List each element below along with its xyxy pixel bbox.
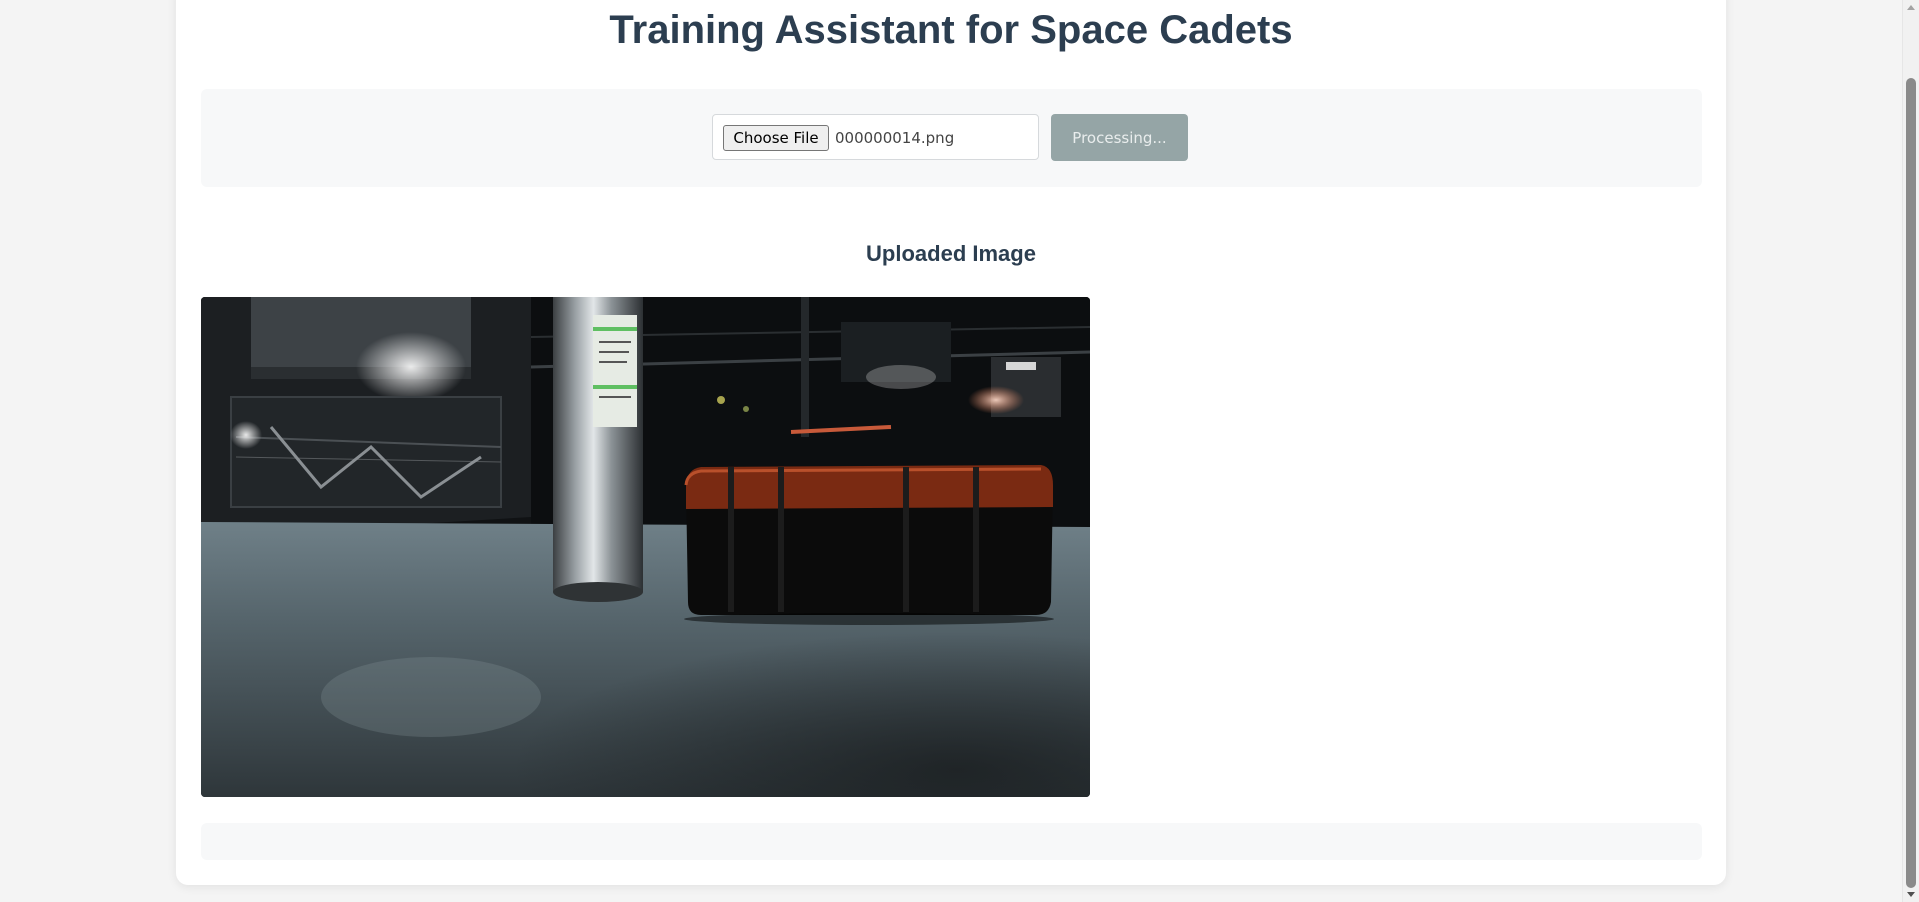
results-panel (201, 823, 1702, 860)
file-input[interactable]: Choose File 000000014.png (712, 114, 1039, 160)
scroll-thumb[interactable] (1906, 78, 1916, 888)
scroll-down-arrow-icon[interactable] (1907, 892, 1915, 897)
uploaded-image-graphic (201, 297, 1090, 797)
process-button[interactable]: Processing... (1051, 114, 1188, 161)
choose-file-button[interactable]: Choose File (723, 125, 829, 151)
selected-file-name: 000000014.png (835, 129, 955, 147)
upload-panel: Choose File 000000014.png Processing... (201, 89, 1702, 187)
vertical-scrollbar[interactable] (1902, 0, 1919, 902)
main-card: Training Assistant for Space Cadets Choo… (176, 0, 1726, 885)
page-title: Training Assistant for Space Cadets (609, 8, 1293, 52)
scroll-up-arrow-icon[interactable] (1907, 5, 1915, 10)
uploaded-image (201, 297, 1090, 797)
uploaded-image-heading: Uploaded Image (866, 241, 1036, 266)
page-viewport: Training Assistant for Space Cadets Choo… (0, 0, 1902, 902)
